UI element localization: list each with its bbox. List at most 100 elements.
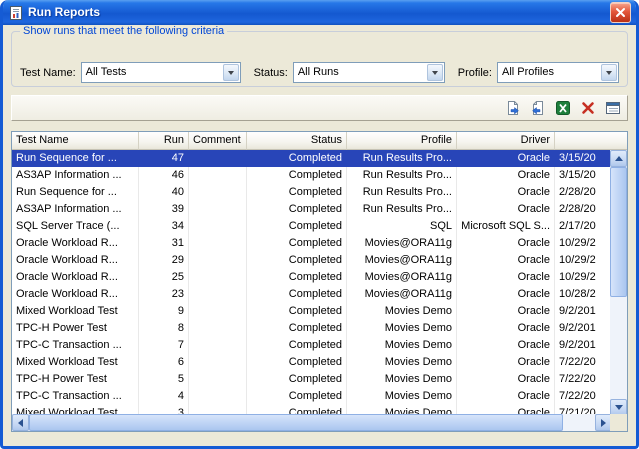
- export-report-icon[interactable]: [504, 99, 522, 117]
- close-button[interactable]: [610, 2, 631, 23]
- table-row[interactable]: TPC-C Transaction ...4CompletedMovies De…: [12, 388, 612, 405]
- cell-date: 2/28/20: [555, 201, 612, 218]
- report-window-icon[interactable]: [604, 99, 622, 117]
- cell-driver: Microsoft SQL S...: [457, 218, 555, 235]
- cell-driver: Oracle: [457, 388, 555, 405]
- cell-driver: Oracle: [457, 320, 555, 337]
- window-title: Run Reports: [28, 5, 100, 20]
- table-row[interactable]: Oracle Workload R...31CompletedMovies@OR…: [12, 235, 612, 252]
- cell-date: 3/15/20: [555, 150, 612, 167]
- profile-field: Profile: All Profiles: [458, 62, 619, 83]
- cell-run: 46: [139, 167, 189, 184]
- cell-comment: [189, 201, 247, 218]
- cell-profile: Run Results Pro...: [347, 167, 457, 184]
- chevron-down-icon[interactable]: [427, 64, 443, 81]
- cell-profile: Movies Demo: [347, 354, 457, 371]
- horizontal-scrollbar[interactable]: [12, 414, 612, 431]
- column-header-run[interactable]: Run: [139, 132, 189, 150]
- cell-name: Run Sequence for ...: [12, 150, 139, 167]
- cell-profile: Movies@ORA11g: [347, 269, 457, 286]
- cell-profile: Movies@ORA11g: [347, 252, 457, 269]
- table-body: Run Sequence for ...47CompletedRun Resul…: [12, 150, 612, 416]
- cell-date: 9/2/201: [555, 320, 612, 337]
- column-header-date: [555, 132, 612, 150]
- cell-comment: [189, 354, 247, 371]
- table-row[interactable]: AS3AP Information ...46CompletedRun Resu…: [12, 167, 612, 184]
- cell-date: 10/29/2: [555, 235, 612, 252]
- import-report-icon[interactable]: [529, 99, 547, 117]
- table-row[interactable]: Run Sequence for ...40CompletedRun Resul…: [12, 184, 612, 201]
- table-row[interactable]: TPC-H Power Test8CompletedMovies DemoOra…: [12, 320, 612, 337]
- profile-combo[interactable]: All Profiles: [497, 62, 619, 83]
- cell-comment: [189, 252, 247, 269]
- vertical-scrollbar[interactable]: [610, 150, 627, 416]
- cell-driver: Oracle: [457, 337, 555, 354]
- table-row[interactable]: Oracle Workload R...25CompletedMovies@OR…: [12, 269, 612, 286]
- cell-comment: [189, 150, 247, 167]
- status-label: Status:: [254, 67, 288, 79]
- cell-profile: Movies Demo: [347, 337, 457, 354]
- cell-name: TPC-H Power Test: [12, 320, 139, 337]
- cell-profile: Movies Demo: [347, 303, 457, 320]
- run-reports-window: Run Reports Show runs that meet the foll…: [0, 0, 639, 449]
- table-row[interactable]: Oracle Workload R...23CompletedMovies@OR…: [12, 286, 612, 303]
- vertical-scroll-thumb[interactable]: [610, 167, 627, 297]
- table-row[interactable]: SQL Server Trace (...34CompletedSQLMicro…: [12, 218, 612, 235]
- cell-status: Completed: [247, 201, 347, 218]
- scroll-left-button[interactable]: [12, 414, 29, 431]
- column-header-name[interactable]: Test Name: [12, 132, 139, 150]
- table-row[interactable]: Oracle Workload R...29CompletedMovies@OR…: [12, 252, 612, 269]
- table-row[interactable]: Mixed Workload Test9CompletedMovies Demo…: [12, 303, 612, 320]
- column-header-driver[interactable]: Driver: [457, 132, 555, 150]
- cell-date: 10/28/2: [555, 286, 612, 303]
- cell-status: Completed: [247, 388, 347, 405]
- table-row[interactable]: Mixed Workload Test6CompletedMovies Demo…: [12, 354, 612, 371]
- status-value: All Runs: [294, 63, 444, 82]
- cell-run: 7: [139, 337, 189, 354]
- cell-name: Oracle Workload R...: [12, 252, 139, 269]
- cell-driver: Oracle: [457, 167, 555, 184]
- delete-run-icon[interactable]: [579, 99, 597, 117]
- column-header-comment[interactable]: Comment: [189, 132, 247, 150]
- cell-driver: Oracle: [457, 303, 555, 320]
- cell-run: 25: [139, 269, 189, 286]
- cell-run: 4: [139, 388, 189, 405]
- test-name-combo[interactable]: All Tests: [81, 62, 241, 83]
- cell-status: Completed: [247, 252, 347, 269]
- cell-status: Completed: [247, 286, 347, 303]
- test-name-label: Test Name:: [20, 67, 76, 79]
- cell-status: Completed: [247, 167, 347, 184]
- horizontal-scroll-thumb[interactable]: [29, 414, 563, 431]
- status-combo[interactable]: All Runs: [293, 62, 445, 83]
- cell-run: 47: [139, 150, 189, 167]
- scroll-up-button[interactable]: [610, 150, 627, 167]
- table-row[interactable]: Run Sequence for ...47CompletedRun Resul…: [12, 150, 612, 167]
- column-header-status[interactable]: Status: [247, 132, 347, 150]
- cell-driver: Oracle: [457, 150, 555, 167]
- cell-driver: Oracle: [457, 252, 555, 269]
- excel-export-icon[interactable]: [554, 99, 572, 117]
- titlebar[interactable]: Run Reports: [3, 0, 636, 25]
- cell-driver: Oracle: [457, 184, 555, 201]
- chevron-down-icon[interactable]: [223, 64, 239, 81]
- table-row[interactable]: TPC-C Transaction ...7CompletedMovies De…: [12, 337, 612, 354]
- cell-profile: Movies Demo: [347, 320, 457, 337]
- cell-date: 7/22/20: [555, 354, 612, 371]
- cell-status: Completed: [247, 320, 347, 337]
- table-row[interactable]: TPC-H Power Test5CompletedMovies DemoOra…: [12, 371, 612, 388]
- cell-name: Mixed Workload Test: [12, 354, 139, 371]
- cell-profile: Movies@ORA11g: [347, 235, 457, 252]
- cell-status: Completed: [247, 303, 347, 320]
- table-row[interactable]: AS3AP Information ...39CompletedRun Resu…: [12, 201, 612, 218]
- cell-driver: Oracle: [457, 371, 555, 388]
- cell-name: Run Sequence for ...: [12, 184, 139, 201]
- cell-name: TPC-H Power Test: [12, 371, 139, 388]
- cell-run: 23: [139, 286, 189, 303]
- cell-date: 10/29/2: [555, 269, 612, 286]
- cell-run: 39: [139, 201, 189, 218]
- cell-run: 9: [139, 303, 189, 320]
- cell-run: 31: [139, 235, 189, 252]
- cell-status: Completed: [247, 235, 347, 252]
- chevron-down-icon[interactable]: [601, 64, 617, 81]
- column-header-profile[interactable]: Profile: [347, 132, 457, 150]
